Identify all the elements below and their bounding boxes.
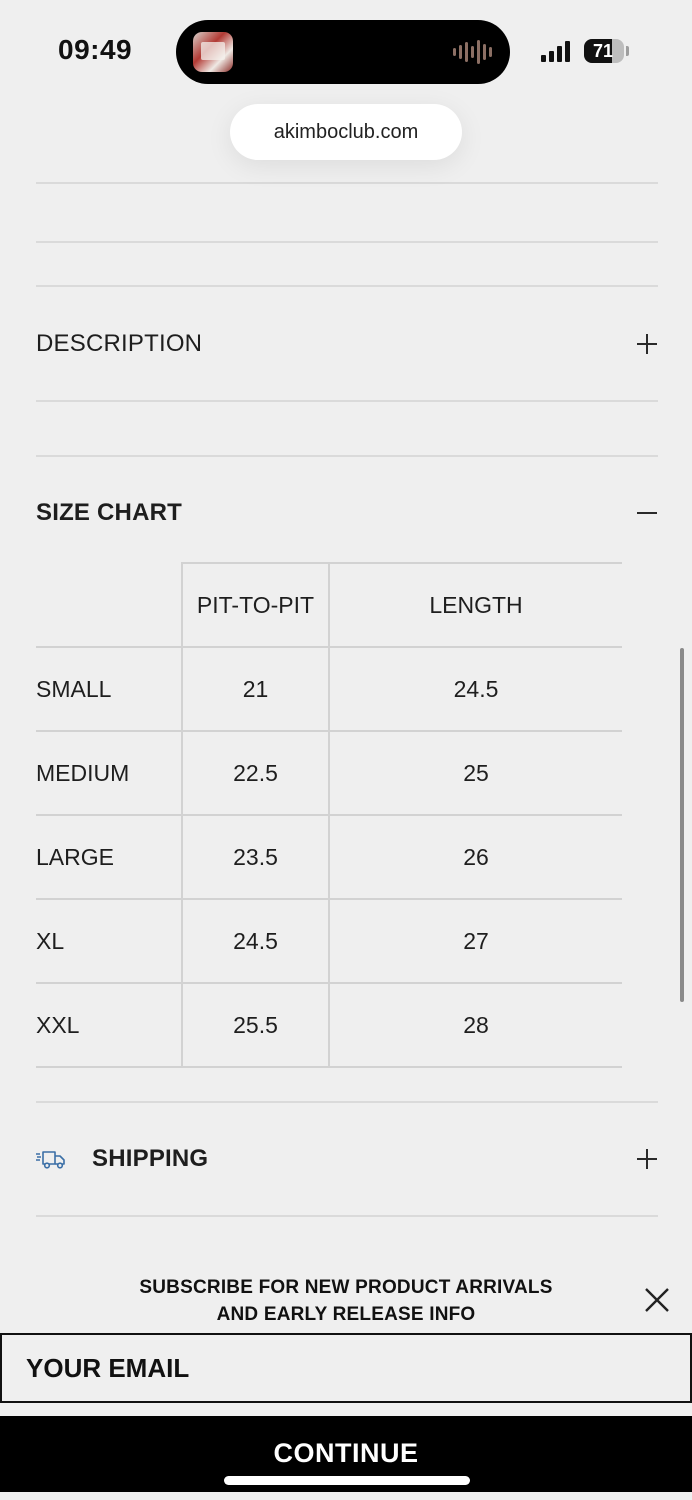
- size-cell: SMALL: [36, 647, 182, 732]
- size-chart-accordion-header[interactable]: SIZE CHART: [36, 497, 658, 529]
- battery-level: 71: [592, 40, 614, 61]
- shipping-title: SHIPPING: [92, 1145, 209, 1172]
- pit-to-pit-cell: 23.5: [181, 815, 330, 900]
- divider: [36, 400, 658, 402]
- plus-icon[interactable]: [636, 333, 658, 355]
- table-row: SMALL 21 24.5: [36, 647, 622, 732]
- size-cell: XL: [36, 899, 182, 984]
- divider: [36, 182, 658, 184]
- plus-icon[interactable]: [636, 1148, 658, 1170]
- address-bar[interactable]: akimboclub.com: [230, 104, 462, 160]
- length-cell: 27: [329, 899, 622, 984]
- column-header-pit-to-pit: PIT-TO-PIT: [181, 562, 330, 648]
- table-row: XXL 25.5 28: [36, 983, 622, 1068]
- table-row: XL 24.5 27: [36, 899, 622, 984]
- size-cell: XXL: [36, 983, 182, 1068]
- divider: [36, 1215, 658, 1217]
- length-cell: 28: [329, 983, 622, 1068]
- length-cell: 26: [329, 815, 622, 900]
- table-row: LARGE 23.5 26: [36, 815, 622, 900]
- audio-waveform-icon: [453, 40, 492, 64]
- description-title: DESCRIPTION: [36, 330, 203, 357]
- home-indicator[interactable]: [224, 1476, 470, 1485]
- size-cell: LARGE: [36, 815, 182, 900]
- column-header-length: LENGTH: [329, 562, 622, 648]
- subscribe-message: SUBSCRIBE FOR NEW PRODUCT ARRIVALS AND E…: [139, 1277, 553, 1325]
- shipping-accordion-header[interactable]: SHIPPING: [36, 1143, 658, 1175]
- email-field[interactable]: [0, 1333, 692, 1403]
- cellular-signal-icon: [541, 40, 570, 62]
- table-row: MEDIUM 22.5 25: [36, 731, 622, 816]
- dynamic-island[interactable]: [176, 20, 510, 84]
- divider: [36, 241, 658, 243]
- pit-to-pit-cell: 21: [181, 647, 330, 732]
- description-accordion-header[interactable]: DESCRIPTION: [36, 328, 658, 360]
- column-header-size: [36, 563, 182, 648]
- minus-icon[interactable]: [636, 502, 658, 524]
- size-cell: MEDIUM: [36, 731, 182, 816]
- battery-cap: [626, 46, 629, 56]
- pit-to-pit-cell: 22.5: [181, 731, 330, 816]
- size-chart-title: SIZE CHART: [36, 499, 182, 526]
- divider: [36, 455, 658, 457]
- divider: [36, 285, 658, 287]
- truck-icon: [36, 1151, 65, 1169]
- size-chart-table: PIT-TO-PIT LENGTH SMALL 21 24.5 MEDIUM 2…: [36, 562, 622, 1068]
- status-time: 09:49: [58, 34, 133, 65]
- length-cell: 24.5: [329, 647, 622, 732]
- pit-to-pit-cell: 25.5: [181, 983, 330, 1068]
- length-cell: 25: [329, 731, 622, 816]
- table-header-row: PIT-TO-PIT LENGTH: [36, 562, 622, 648]
- scrollbar[interactable]: [680, 648, 684, 1002]
- battery-icon: 71: [584, 39, 624, 63]
- close-icon[interactable]: [644, 1287, 670, 1313]
- pit-to-pit-cell: 24.5: [181, 899, 330, 984]
- divider: [36, 1101, 658, 1103]
- now-playing-artwork: [193, 32, 233, 72]
